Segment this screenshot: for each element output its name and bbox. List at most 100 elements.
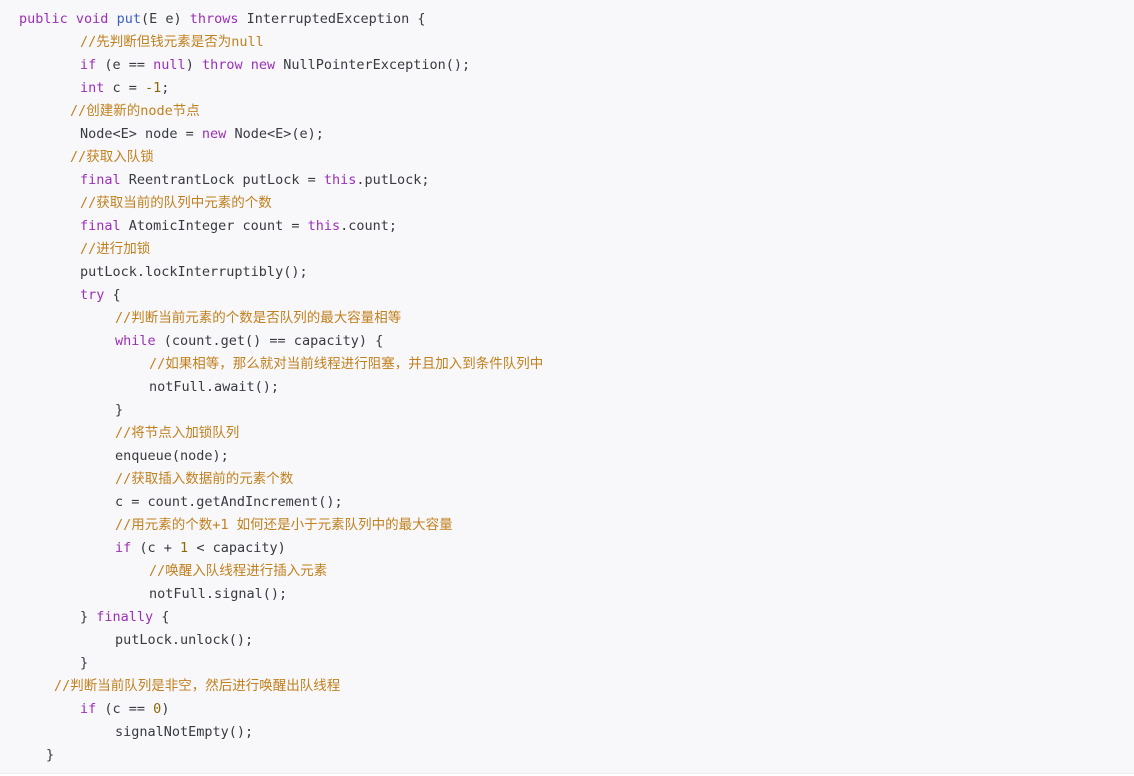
code-comment: //创建新的node节点	[70, 103, 200, 119]
code-text: putLock.lockInterruptibly();	[80, 264, 308, 280]
code-function-name: put	[116, 11, 141, 27]
code-comment: //获取入队锁	[70, 149, 154, 165]
code-text: InterruptedException {	[238, 11, 426, 27]
code-text: signalNotEmpty();	[115, 724, 254, 740]
code-comment: //获取插入数据前的元素个数	[115, 471, 294, 487]
code-line: //如果相等，那么就对当前线程进行阻塞，并且加入到条件队列中	[19, 353, 543, 376]
code-text: c =	[104, 80, 146, 96]
code-text: NullPointerException();	[275, 57, 471, 73]
code-comment: //用元素的个数+1 如何还是小于元素队列中的最大容量	[115, 517, 453, 533]
code-line: //判断当前队列是非空，然后进行唤醒出队线程	[19, 675, 543, 698]
code-keyword: final	[80, 172, 121, 188]
code-text: }	[80, 609, 97, 625]
code-keyword: this	[323, 172, 357, 188]
code-comment: //进行加锁	[80, 241, 151, 257]
code-text: )	[161, 701, 170, 717]
code-comment: //判断当前队列是非空，然后进行唤醒出队线程	[54, 678, 341, 694]
code-text: ;	[161, 80, 170, 96]
code-keyword: final	[80, 218, 121, 234]
code-comment: //唤醒入队线程进行插入元素	[149, 563, 328, 579]
code-text: notFull.await();	[149, 379, 280, 395]
code-text: .putLock;	[356, 172, 430, 188]
code-text: (c ==	[96, 701, 154, 717]
code-text: .count;	[340, 218, 397, 234]
code-keyword: this	[307, 218, 341, 234]
code-line: notFull.await();	[19, 376, 543, 399]
code-line: int c = -1;	[19, 77, 543, 100]
code-line: //将节点入加锁队列	[19, 422, 543, 445]
code-keyword: while	[115, 333, 156, 349]
code-text: notFull.signal();	[149, 586, 288, 602]
code-line: putLock.lockInterruptibly();	[19, 261, 543, 284]
code-line: }	[19, 744, 543, 767]
code-line: while (count.get() == capacity) {	[19, 330, 543, 353]
code-keyword: int	[80, 80, 105, 96]
code-line: final AtomicInteger count = this.count;	[19, 215, 543, 238]
code-line: if (e == null) throw new NullPointerExce…	[19, 54, 543, 77]
code-block: public void put(E e) throws InterruptedE…	[0, 0, 1134, 774]
code-line: //判断当前元素的个数是否队列的最大容量相等	[19, 307, 543, 330]
code-keyword: try	[80, 287, 105, 303]
code-text: (e ==	[96, 57, 154, 73]
code-text: enqueue(node);	[115, 448, 229, 464]
code-number: -1	[145, 80, 162, 96]
code-text: < capacity)	[188, 540, 286, 556]
code-line: //创建新的node节点	[19, 100, 543, 123]
code-text: Node<E>(e);	[226, 126, 324, 142]
code-line: try {	[19, 284, 543, 307]
code-keyword: new	[250, 57, 276, 73]
code-text: }	[46, 747, 55, 763]
code-text: ReentrantLock putLock =	[120, 172, 324, 188]
code-line: //进行加锁	[19, 238, 543, 261]
code-keyword: throws	[189, 11, 239, 27]
code-text: {	[153, 609, 170, 625]
code-line: if (c + 1 < capacity)	[19, 537, 543, 560]
code-text: Node<E> node =	[80, 126, 202, 142]
code-text: )	[185, 57, 202, 73]
code-number: 1	[180, 540, 189, 556]
code-comment: //先判断但钱元素是否为null	[80, 34, 264, 50]
code-text: putLock.unlock();	[115, 632, 254, 648]
code-keyword: if	[115, 540, 132, 556]
code-comment: //将节点入加锁队列	[115, 425, 240, 441]
code-text: AtomicInteger count =	[120, 218, 308, 234]
code-line: c = count.getAndIncrement();	[19, 491, 543, 514]
code-line: //获取插入数据前的元素个数	[19, 468, 543, 491]
code-line: } finally {	[19, 606, 543, 629]
code-comment: //如果相等，那么就对当前线程进行阻塞，并且加入到条件队列中	[149, 356, 544, 372]
code-line: final ReentrantLock putLock = this.putLo…	[19, 169, 543, 192]
code-keyword: if	[80, 57, 97, 73]
code-line: }	[19, 652, 543, 675]
code-line: enqueue(node);	[19, 445, 543, 468]
code-text: c = count.getAndIncrement();	[115, 494, 343, 510]
code-text: (count.get() == capacity) {	[155, 333, 384, 349]
code-line: }	[19, 399, 543, 422]
code-line: if (c == 0)	[19, 698, 543, 721]
code-comment: //获取当前的队列中元素的个数	[80, 195, 272, 211]
code-comment: //判断当前元素的个数是否队列的最大容量相等	[115, 310, 402, 326]
code-text: }	[80, 655, 89, 671]
code-text: (E e)	[140, 11, 190, 27]
code-lines: public void put(E e) throws InterruptedE…	[19, 8, 543, 767]
code-keyword: public	[19, 11, 68, 27]
code-keyword: new	[201, 126, 227, 142]
code-line: //获取当前的队列中元素的个数	[19, 192, 543, 215]
code-keyword: finally	[96, 609, 154, 625]
code-line: signalNotEmpty();	[19, 721, 543, 744]
code-line: notFull.signal();	[19, 583, 543, 606]
code-line: Node<E> node = new Node<E>(e);	[19, 123, 543, 146]
code-text: {	[104, 287, 121, 303]
code-line: //获取入队锁	[19, 146, 543, 169]
code-line: public void put(E e) throws InterruptedE…	[19, 8, 543, 31]
code-line: //用元素的个数+1 如何还是小于元素队列中的最大容量	[19, 514, 543, 537]
code-text: }	[115, 402, 124, 418]
code-line: //唤醒入队线程进行插入元素	[19, 560, 543, 583]
code-keyword: void	[75, 11, 109, 27]
code-line: //先判断但钱元素是否为null	[19, 31, 543, 54]
code-keyword: if	[80, 701, 97, 717]
code-keyword: throw	[201, 57, 243, 73]
code-line: putLock.unlock();	[19, 629, 543, 652]
